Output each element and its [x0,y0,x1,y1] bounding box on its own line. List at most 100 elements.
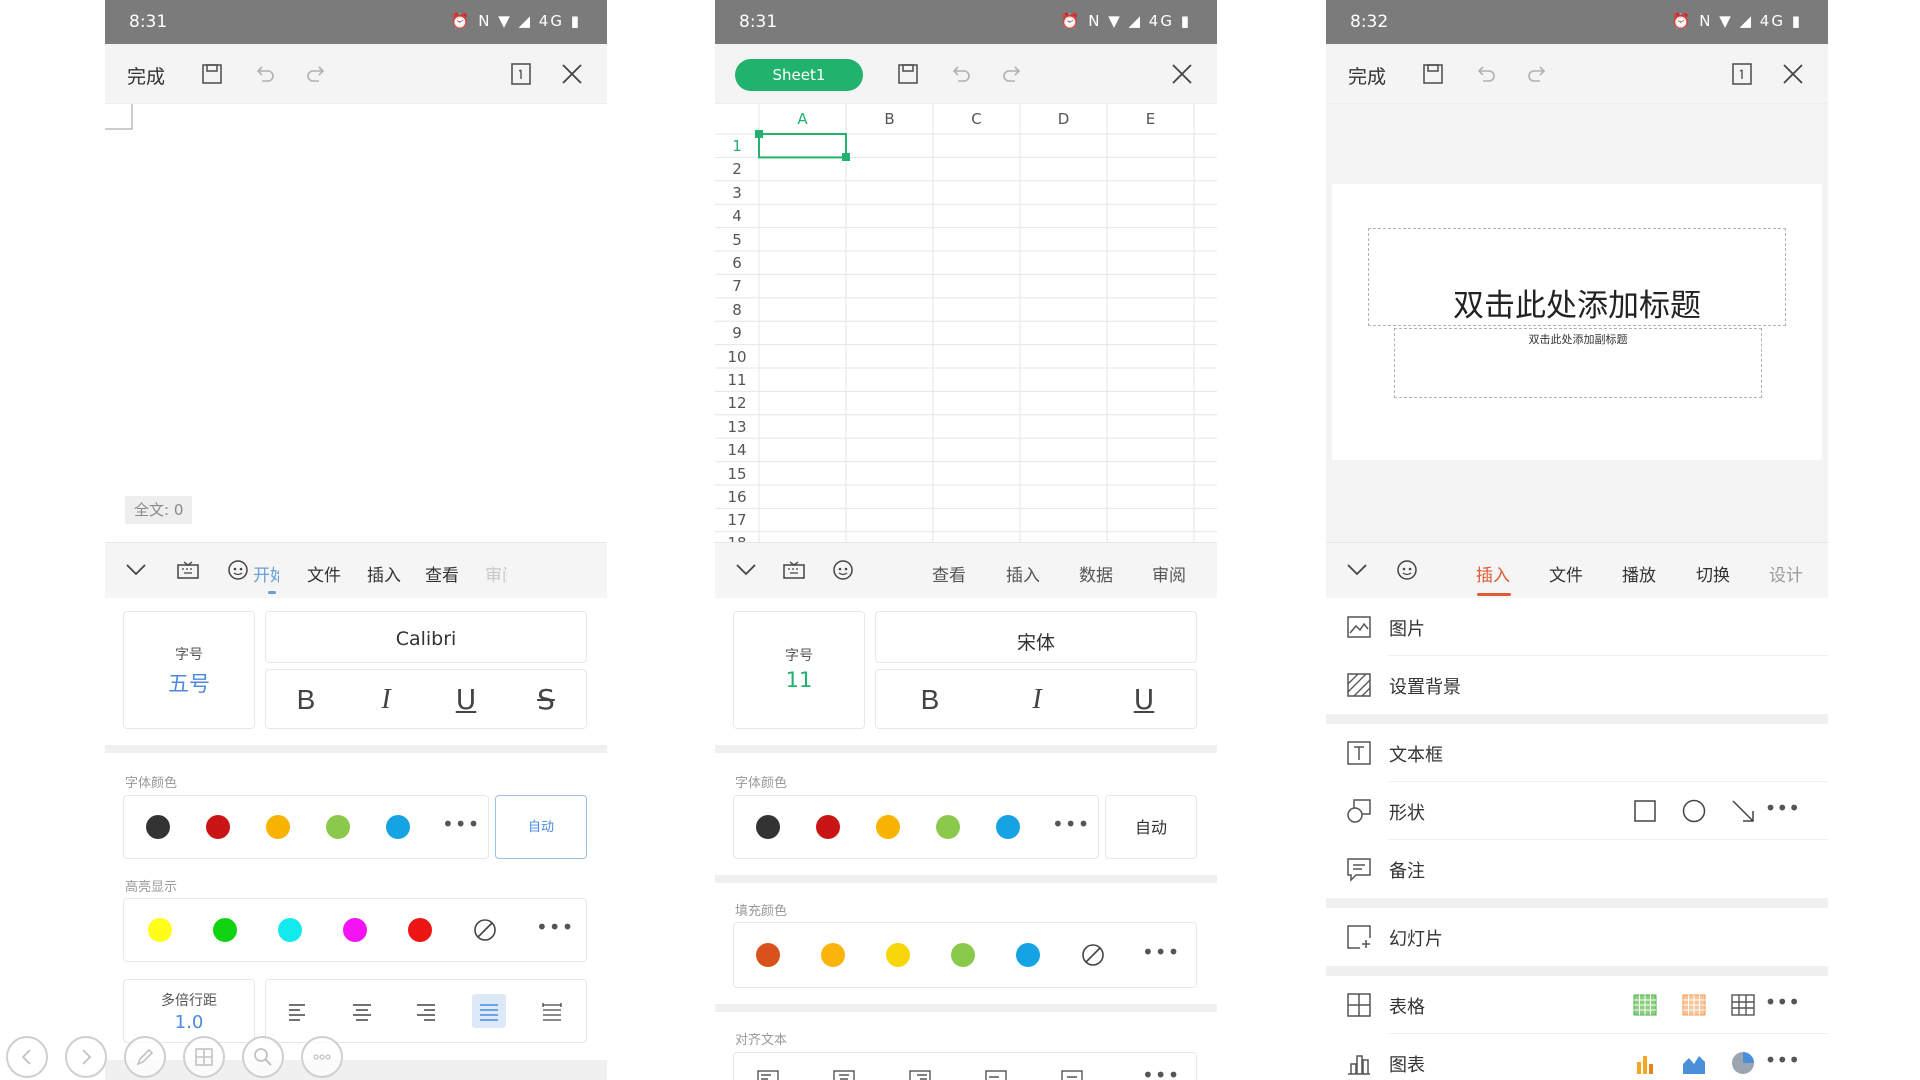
column-header[interactable]: C [933,104,1020,134]
more-align-icon[interactable]: ••• [1142,1063,1180,1080]
row-header[interactable]: 11 [715,371,759,389]
tab-insert[interactable]: 插入 [1476,561,1510,586]
keyboard-icon[interactable] [781,557,807,583]
auto-color-button[interactable]: 自动 [495,795,587,859]
row-header[interactable]: 4 [715,207,759,225]
column-header[interactable]: B [846,104,933,134]
line-spacing-selector[interactable]: 多倍行距 1.0 [123,979,255,1043]
column-header[interactable]: E [1107,104,1194,134]
font-size-selector[interactable]: 字号 五号 [123,611,255,729]
row-header[interactable]: 7 [715,277,759,295]
more-colors-icon[interactable]: ••• [1052,812,1090,836]
row-header[interactable]: 1 [715,137,759,155]
row-header[interactable]: 12 [715,394,759,412]
color-swatch-green[interactable] [326,815,350,839]
save-icon[interactable] [894,60,922,88]
fill-swatch-green[interactable] [951,943,975,967]
italic-button[interactable]: I [1017,680,1057,720]
redo-icon[interactable] [303,60,331,88]
more-charts-icon[interactable]: ••• [1765,1048,1800,1072]
done-button[interactable]: 完成 [127,62,165,89]
slide-canvas[interactable]: 双击此处添加标题 双击此处添加副标题 [1326,104,1828,542]
redo-icon[interactable] [999,60,1027,88]
underline-button[interactable]: U [446,680,486,720]
color-swatch-blue[interactable] [386,815,410,839]
align-middle-center-icon[interactable] [1060,1069,1084,1080]
font-name-selector[interactable]: 宋体 [875,611,1197,663]
assistant-icon[interactable] [225,557,251,583]
row-header[interactable]: 13 [715,418,759,436]
redo-icon[interactable] [1524,60,1552,88]
close-icon[interactable] [1168,60,1196,88]
column-header[interactable]: D [1020,104,1107,134]
font-size-selector[interactable]: 字号 11 [733,611,865,729]
arrow-shape-icon[interactable] [1730,798,1756,824]
more-colors-icon[interactable]: ••• [442,812,480,836]
slide[interactable]: 双击此处添加标题 双击此处添加副标题 [1332,184,1822,460]
insert-shape-row[interactable]: 形状 ••• [1326,782,1828,840]
page-view-icon[interactable] [1728,60,1756,88]
color-swatch-red[interactable] [206,815,230,839]
highlight-swatch-magenta[interactable] [343,918,367,942]
green-table-style-icon[interactable] [1632,992,1658,1018]
align-right-icon[interactable] [414,1000,438,1024]
highlight-swatch-red[interactable] [408,918,432,942]
fill-swatch-yellow[interactable] [886,943,910,967]
keyboard-icon[interactable] [175,557,201,583]
align-center-icon[interactable] [350,1000,374,1024]
color-swatch-dark[interactable] [756,815,780,839]
close-icon[interactable] [1779,60,1807,88]
undo-icon[interactable] [250,60,278,88]
done-button[interactable]: 完成 [1348,62,1386,89]
undo-icon[interactable] [946,60,974,88]
pie-chart-style-icon[interactable] [1730,1050,1756,1076]
more-tables-icon[interactable]: ••• [1765,990,1800,1014]
row-header[interactable]: 17 [715,511,759,529]
tab-file[interactable]: 文件 [1549,561,1583,586]
set-background-row[interactable]: 设置背景 [1326,656,1828,714]
chevron-down-icon[interactable] [1344,557,1370,583]
tab-review[interactable]: 审阅 [485,561,507,586]
no-color-icon[interactable] [473,918,497,942]
search-button[interactable] [242,1036,284,1078]
color-swatch-blue[interactable] [996,815,1020,839]
row-header[interactable]: 2 [715,160,759,178]
align-top-right-icon[interactable] [908,1069,932,1080]
insert-table-row[interactable]: 表格 ••• [1326,976,1828,1034]
align-distributed-icon[interactable] [540,1000,564,1024]
tab-file[interactable]: 文件 [307,561,341,586]
color-swatch-orange[interactable] [876,815,900,839]
tab-review[interactable]: 审阅 [1152,561,1186,586]
previous-button[interactable] [6,1036,48,1078]
tab-play[interactable]: 播放 [1622,561,1656,586]
column-header[interactable]: A [759,104,846,134]
orange-table-style-icon[interactable] [1681,992,1707,1018]
row-header[interactable]: 18 [715,534,759,542]
highlight-swatch-cyan[interactable] [278,918,302,942]
undo-icon[interactable] [1471,60,1499,88]
insert-slide-row[interactable]: 幻灯片 [1326,908,1828,966]
circle-shape-icon[interactable] [1681,798,1707,824]
tab-design[interactable]: 设计 [1769,561,1803,586]
row-header[interactable]: 14 [715,441,759,459]
insert-picture-row[interactable]: 图片 [1326,598,1828,656]
chevron-down-icon[interactable] [123,557,149,583]
insert-chart-row[interactable]: 图表 ••• [1326,1034,1828,1080]
bar-chart-style-icon[interactable] [1632,1050,1658,1076]
fill-swatch-blue[interactable] [1016,943,1040,967]
area-chart-style-icon[interactable] [1681,1050,1707,1076]
tab-data[interactable]: 数据 [1079,561,1113,586]
align-top-left-icon[interactable] [756,1069,780,1080]
row-header[interactable]: 10 [715,348,759,366]
spreadsheet-grid[interactable]: A B C D E 1 2 3 4 5 6 7 8 9 10 11 12 13 … [715,104,1217,542]
no-color-icon[interactable] [1081,943,1105,967]
more-highlights-icon[interactable]: ••• [536,915,574,939]
bold-button[interactable]: B [286,680,326,720]
row-header[interactable]: 16 [715,488,759,506]
align-left-icon[interactable] [286,1000,310,1024]
page-view-icon[interactable] [507,60,535,88]
more-button[interactable] [301,1036,343,1078]
row-header[interactable]: 8 [715,301,759,319]
row-header[interactable]: 3 [715,184,759,202]
tab-transition[interactable]: 切换 [1696,561,1730,586]
